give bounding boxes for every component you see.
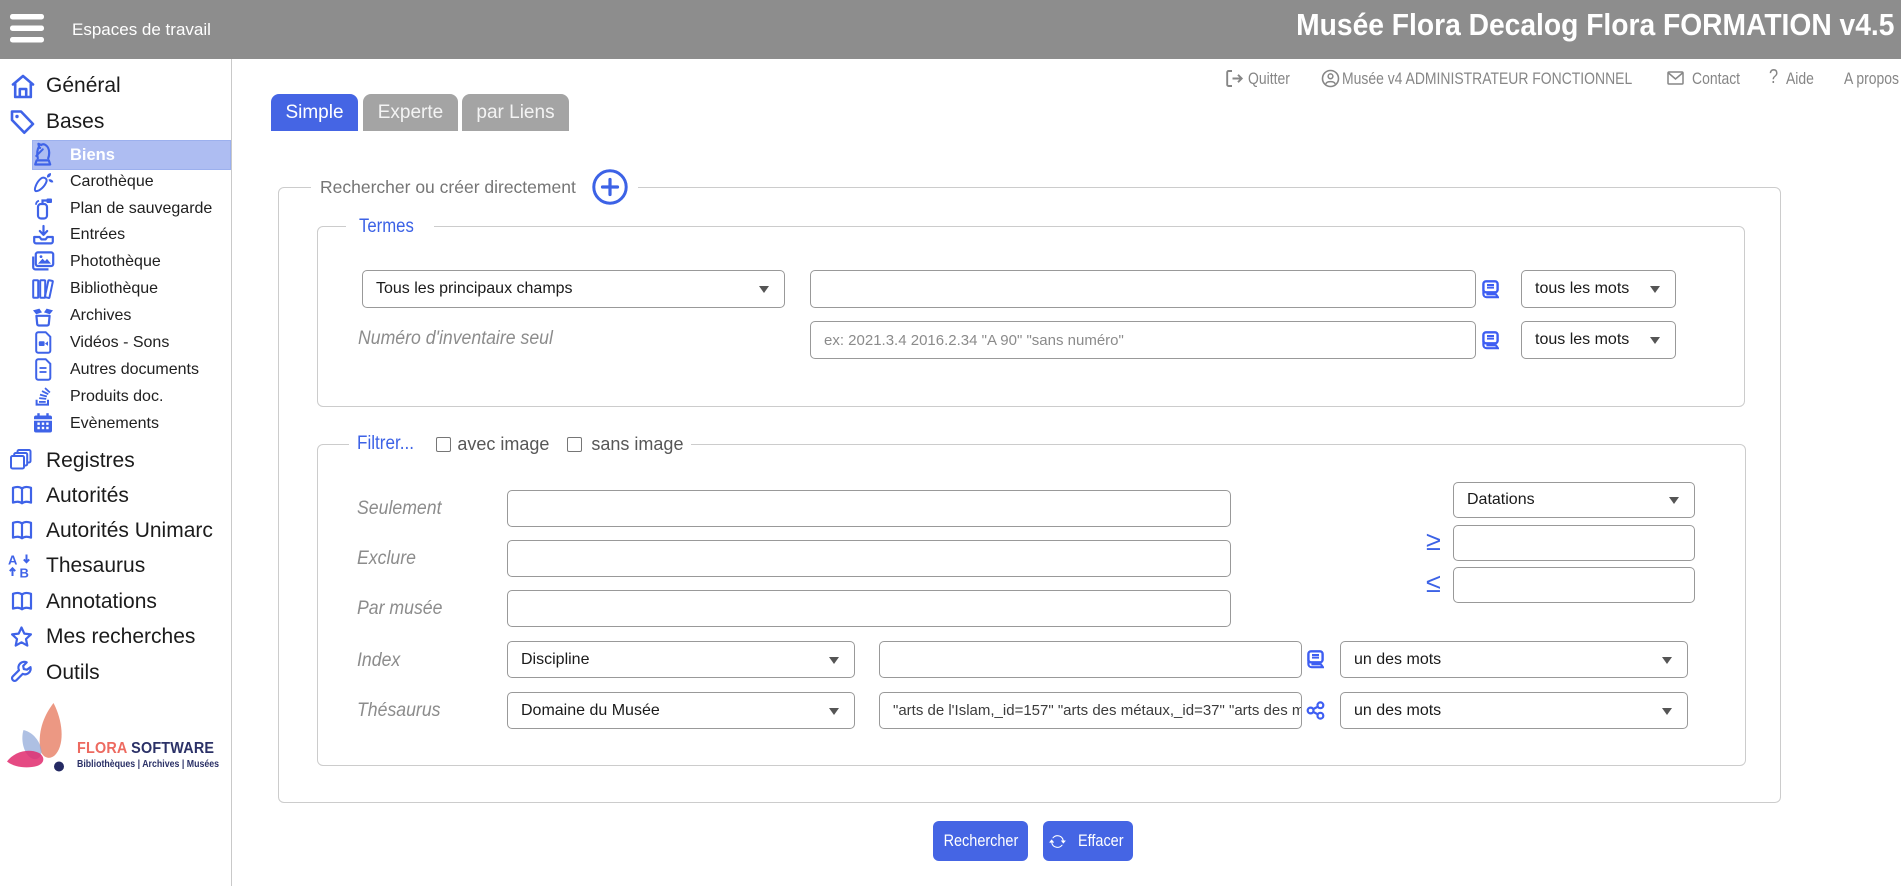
svg-text:B: B bbox=[20, 566, 29, 580]
svg-text:A: A bbox=[8, 553, 18, 568]
